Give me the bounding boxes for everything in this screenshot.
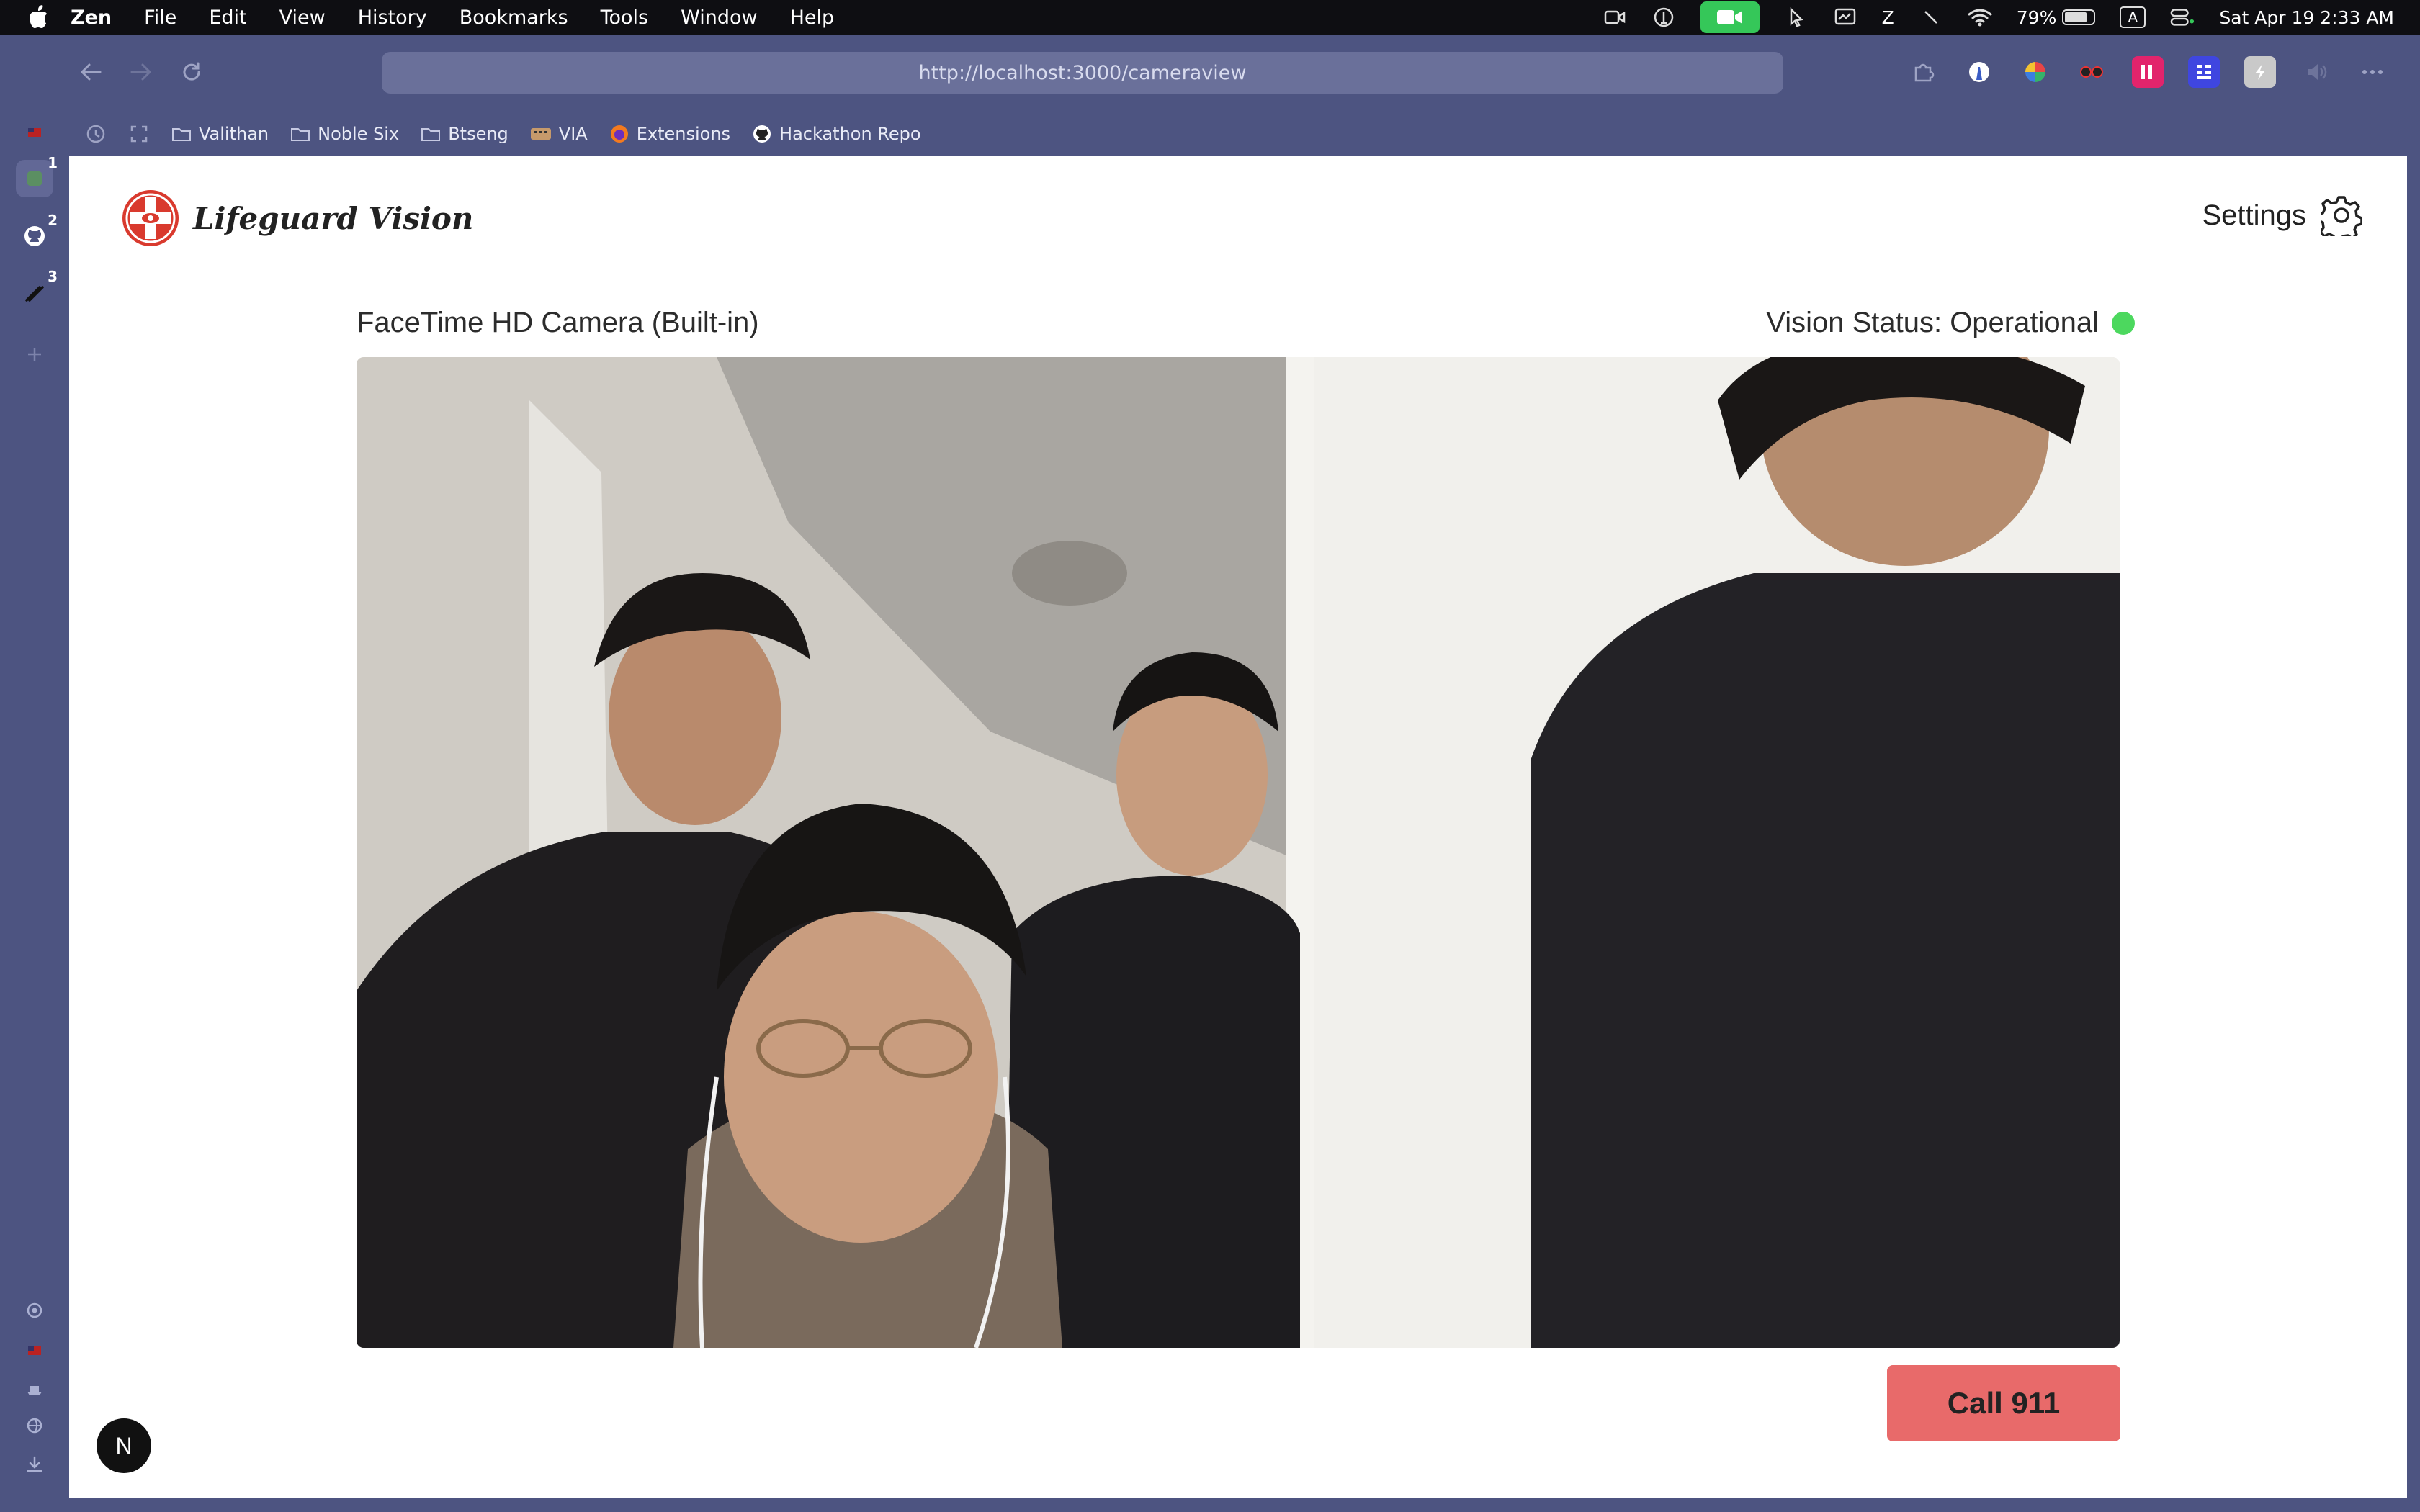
bolt-icon[interactable] bbox=[2244, 56, 2276, 88]
menu-history[interactable]: History bbox=[358, 6, 427, 29]
bookmark-label: Hackathon Repo bbox=[779, 124, 921, 144]
cursor-hand-icon[interactable] bbox=[1784, 6, 1809, 28]
tv-icon[interactable] bbox=[2132, 56, 2164, 88]
vision-status: Vision Status: Operational bbox=[1766, 307, 2135, 339]
speaker-icon[interactable] bbox=[2300, 56, 2332, 88]
menu-file[interactable]: File bbox=[144, 6, 176, 29]
camera-device-name: FaceTime HD Camera (Built-in) bbox=[357, 307, 759, 338]
battery-fill bbox=[2065, 12, 2087, 22]
folder-icon bbox=[421, 128, 441, 141]
camera-video-feed[interactable] bbox=[357, 357, 2120, 1348]
menu-app-name[interactable]: Zen bbox=[71, 6, 112, 29]
bookmark-label: VIA bbox=[558, 124, 588, 144]
display-monitor-icon[interactable] bbox=[1833, 6, 1857, 28]
settings-button[interactable]: Settings bbox=[2202, 194, 2362, 236]
menu-help[interactable]: Help bbox=[790, 6, 835, 29]
battery-percent: 79% bbox=[2016, 6, 2057, 28]
battery-icon bbox=[2062, 9, 2096, 25]
bookmark-valithan[interactable]: Valithan bbox=[171, 124, 269, 144]
screenshot-frame-icon[interactable] bbox=[128, 123, 150, 145]
forward-arrow-icon[interactable] bbox=[125, 56, 157, 88]
lighthouse-icon[interactable] bbox=[1963, 56, 1995, 88]
bookmark-label: Noble Six bbox=[318, 124, 400, 144]
bookmark-hackathon-repo[interactable]: Hackathon Repo bbox=[752, 124, 921, 144]
menu-window[interactable]: Window bbox=[681, 6, 757, 29]
apple-menu-icon[interactable] bbox=[27, 5, 49, 30]
facetime-active-icon[interactable] bbox=[1700, 1, 1760, 33]
pinwheel-icon[interactable] bbox=[2020, 56, 2051, 88]
keyboard-icon bbox=[530, 128, 551, 140]
bookmark-via[interactable]: VIA bbox=[530, 124, 588, 144]
control-center-icon[interactable] bbox=[2170, 6, 2195, 28]
status-indicator-dot bbox=[2112, 311, 2135, 335]
vision-status-text: Vision Status: Operational bbox=[1766, 307, 2099, 338]
folder-icon bbox=[172, 128, 191, 141]
bookmarks-bar: Valithan Noble Six Btseng VIA Extensions… bbox=[85, 121, 921, 147]
sidebar-workspace-2[interactable]: 2 bbox=[16, 212, 58, 255]
sidebar-settings-icon[interactable] bbox=[16, 1292, 53, 1329]
sidebar-workspace-3[interactable]: 3 bbox=[16, 268, 58, 311]
bookmark-extensions[interactable]: Extensions bbox=[609, 124, 730, 144]
history-clock-icon[interactable] bbox=[85, 123, 107, 145]
web-page: Lifeguard Vision Settings FaceTime HD Ca… bbox=[69, 156, 2407, 1498]
bookmark-btseng[interactable]: Btseng bbox=[421, 124, 508, 144]
more-icon[interactable] bbox=[2357, 56, 2388, 88]
bookmark-label: Extensions bbox=[636, 124, 731, 144]
folder-icon bbox=[291, 128, 310, 141]
call-911-button[interactable]: Call 911 bbox=[1887, 1365, 2120, 1441]
brand-name: Lifeguard Vision bbox=[193, 200, 474, 236]
lighthouse-status-icon[interactable] bbox=[1652, 6, 1676, 28]
grid-icon[interactable] bbox=[2188, 56, 2220, 88]
reload-icon[interactable] bbox=[176, 56, 207, 88]
menu-bookmarks[interactable]: Bookmarks bbox=[460, 6, 568, 29]
glasses-icon[interactable] bbox=[2076, 56, 2107, 88]
sidebar-workspace-number: 3 bbox=[48, 268, 58, 285]
menu-view[interactable]: View bbox=[279, 6, 326, 29]
battery-indicator[interactable]: 79% bbox=[2017, 7, 2096, 28]
bookmark-noble-six[interactable]: Noble Six bbox=[290, 124, 399, 144]
nextjs-dev-indicator[interactable]: N bbox=[97, 1418, 151, 1473]
bookmark-label: Btseng bbox=[448, 124, 508, 144]
slash-icon[interactable] bbox=[1919, 6, 1943, 28]
new-workspace-plus-icon[interactable] bbox=[16, 336, 53, 373]
menu-edit[interactable]: Edit bbox=[209, 6, 246, 29]
lifeguard-cross-logo-icon bbox=[122, 190, 179, 246]
bookmark-label: Valithan bbox=[199, 124, 269, 144]
firefox-icon bbox=[610, 125, 628, 143]
sidebar-flag-icon[interactable] bbox=[16, 114, 53, 151]
downloads-icon[interactable] bbox=[16, 1446, 53, 1483]
back-arrow-icon[interactable] bbox=[75, 56, 107, 88]
url-text: http://localhost:3000/cameraview bbox=[918, 61, 1247, 84]
screen-record-icon[interactable] bbox=[1603, 6, 1627, 28]
z-status-label[interactable]: Z bbox=[1882, 7, 1894, 28]
pen-icon bbox=[25, 286, 44, 302]
sidebar-flag-bottom-icon[interactable] bbox=[16, 1332, 53, 1369]
settings-label: Settings bbox=[2202, 199, 2306, 231]
puzzle-icon[interactable] bbox=[1907, 56, 1939, 88]
keyboard-input-source[interactable]: A bbox=[2120, 6, 2146, 28]
wifi-icon[interactable] bbox=[1968, 6, 1992, 28]
github-icon bbox=[753, 125, 771, 143]
sidebar-workspace-number: 1 bbox=[48, 154, 58, 171]
menu-tools[interactable]: Tools bbox=[601, 6, 649, 29]
sidebar-globe-icon[interactable] bbox=[16, 1407, 53, 1444]
sidebar-workspace-1[interactable]: 1 bbox=[16, 154, 58, 197]
menu-clock[interactable]: Sat Apr 19 2:33 AM bbox=[2219, 7, 2394, 28]
url-bar[interactable]: http://localhost:3000/cameraview bbox=[382, 52, 1783, 94]
sidebar-ship-icon[interactable] bbox=[16, 1369, 53, 1407]
browser-sidebar: 1 2 3 bbox=[0, 101, 69, 1512]
gear-icon bbox=[2321, 196, 2362, 236]
sidebar-workspace-number: 2 bbox=[48, 212, 58, 229]
webcam-frame-image bbox=[357, 357, 2120, 1348]
github-icon bbox=[24, 226, 45, 246]
menu-bar: Zen File Edit View History Bookmarks Too… bbox=[0, 0, 2420, 35]
extension-toolbar bbox=[1907, 56, 2388, 88]
brand-logo[interactable]: Lifeguard Vision bbox=[121, 189, 473, 248]
